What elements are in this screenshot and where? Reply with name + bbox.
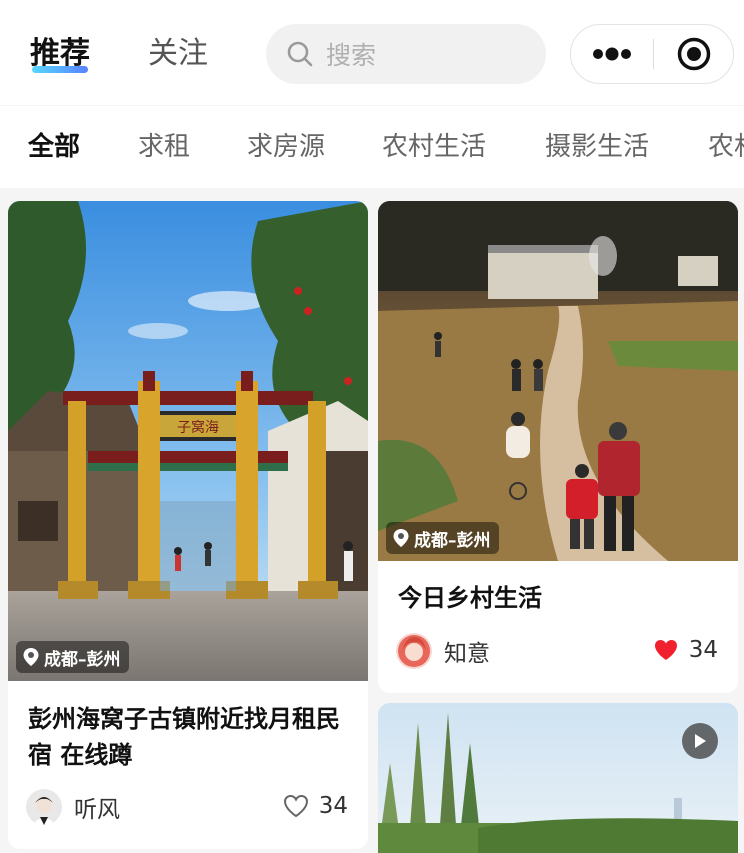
location-text: 成都–彭州 (44, 649, 121, 670)
search-input[interactable]: 搜索 (266, 24, 546, 84)
category-house-wanted[interactable]: 求房源 (247, 130, 325, 164)
more-dots-icon (593, 47, 631, 61)
active-tab-indicator (32, 66, 88, 73)
post-image-ancient-town-gate: 子窝海 成都–彭州 (8, 201, 368, 681)
post-title: 彭州海窝子古镇附近找月租民宿 在线蹲 (28, 705, 340, 769)
like-count: 34 (318, 793, 348, 819)
like-button[interactable]: 34 (283, 793, 348, 819)
avatar (396, 633, 432, 669)
heart-filled-icon (654, 640, 677, 660)
category-all[interactable]: 全部 (28, 130, 80, 164)
close-miniprogram-button[interactable] (654, 25, 734, 83)
author-name: 知意 (444, 641, 490, 667)
location-pin-icon (23, 648, 39, 666)
location-text: 成都–彭州 (414, 530, 491, 551)
tab-following[interactable]: 关注 (148, 32, 208, 76)
category-rural-life[interactable]: 农村生活 (382, 130, 486, 164)
category-rural[interactable]: 农村 (708, 130, 744, 164)
post-author[interactable]: 听风 (26, 789, 120, 825)
search-placeholder: 搜索 (326, 41, 377, 70)
avatar (26, 789, 62, 825)
like-button[interactable]: 34 (653, 637, 718, 663)
location-tag: 成都–彭州 (386, 522, 499, 554)
like-count: 34 (688, 637, 718, 663)
category-tabs: 全部 求租 求房源 农村生活 摄影生活 农村 (0, 106, 744, 188)
top-nav-bar: 推荐 关注 搜索 (0, 0, 744, 105)
post-card[interactable]: 成都–彭州 今日乡村生活 知意 34 (378, 201, 738, 693)
video-play-button[interactable] (682, 723, 718, 759)
mini-program-capsule (570, 24, 734, 84)
play-icon (695, 734, 706, 748)
post-author[interactable]: 知意 (396, 633, 490, 669)
category-rent-wanted[interactable]: 求租 (138, 130, 190, 164)
post-image-trees-field (378, 703, 738, 853)
author-name: 听风 (74, 797, 120, 823)
search-icon (287, 41, 313, 67)
target-circle-icon (677, 37, 711, 71)
more-button[interactable] (571, 25, 653, 83)
post-card[interactable] (378, 703, 738, 853)
location-pin-icon (393, 529, 409, 547)
gate-plaque-text: 子窝海 (177, 419, 219, 436)
post-card[interactable]: 子窝海 成都–彭州 彭州海窝子古镇附近找月租民宿 在线蹲 听风 34 (8, 201, 368, 849)
location-tag: 成都–彭州 (16, 641, 129, 673)
heart-outline-icon (283, 794, 308, 818)
post-title: 今日乡村生活 (398, 584, 542, 612)
post-image-rural-path: 成都–彭州 (378, 201, 738, 561)
category-photo-life[interactable]: 摄影生活 (545, 130, 649, 164)
